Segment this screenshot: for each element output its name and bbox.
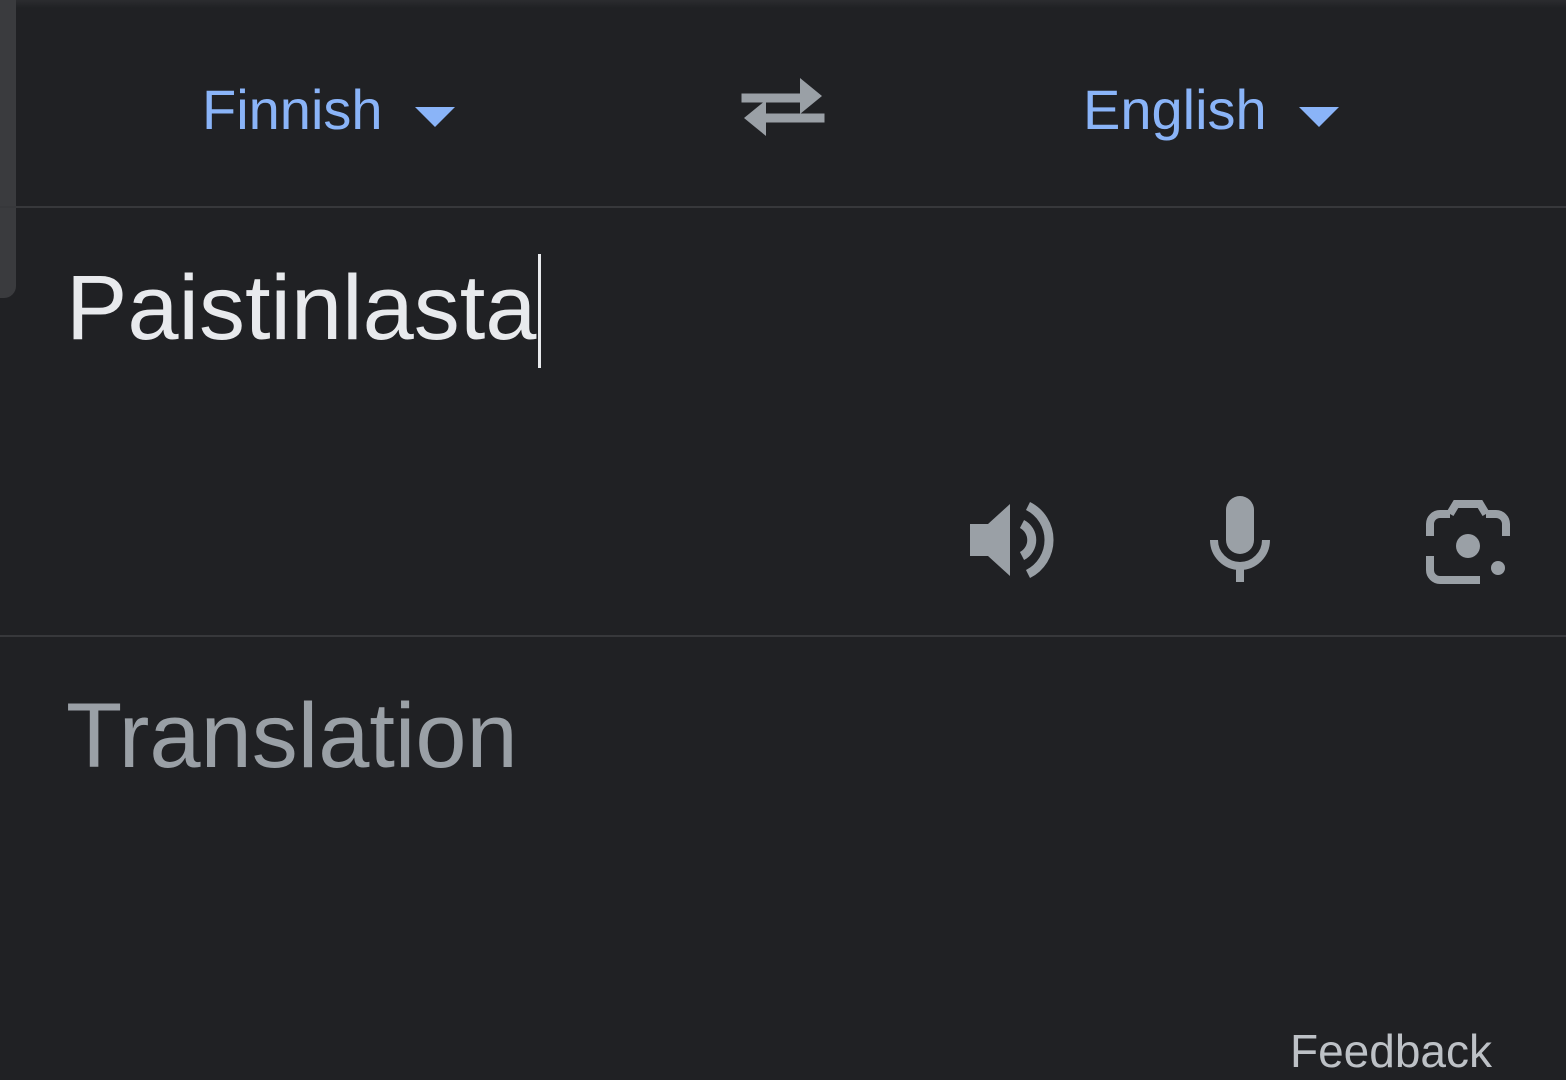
source-text-input[interactable]: Paistinlasta xyxy=(66,254,542,368)
translate-app: Finnish English Paistinlasta Translation… xyxy=(0,0,1566,1080)
listen-button[interactable] xyxy=(962,490,1058,590)
chevron-down-icon xyxy=(1298,107,1339,127)
source-language-label: Finnish xyxy=(202,78,383,141)
target-language-selector[interactable]: English xyxy=(1083,70,1339,150)
speaker-icon xyxy=(970,501,1054,579)
text-cursor xyxy=(538,254,542,368)
camera-icon xyxy=(1426,500,1510,584)
language-bar: Finnish English xyxy=(0,0,1566,207)
target-language-label: English xyxy=(1083,78,1267,141)
mic-icon xyxy=(1210,496,1270,582)
swap-languages-button[interactable] xyxy=(738,72,828,142)
chevron-down-icon xyxy=(414,107,455,127)
camera-translate-button[interactable] xyxy=(1420,490,1516,590)
voice-input-button[interactable] xyxy=(1192,490,1288,590)
source-text: Paistinlasta xyxy=(66,257,537,359)
feedback-link[interactable]: Feedback xyxy=(1290,1028,1492,1074)
divider xyxy=(0,635,1566,637)
swap-icon xyxy=(741,78,825,136)
divider xyxy=(0,206,1566,208)
translation-output: Translation xyxy=(66,685,518,787)
source-language-selector[interactable]: Finnish xyxy=(202,70,455,150)
